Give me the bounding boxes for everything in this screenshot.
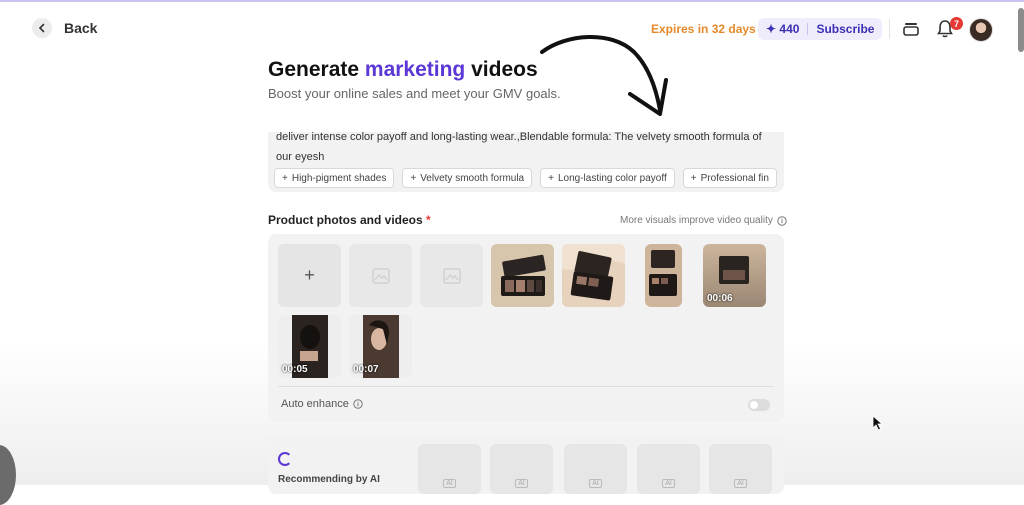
ai-placeholder-tile[interactable]: AI xyxy=(637,444,700,494)
chip-high-pigment[interactable]: + High-pigment shades xyxy=(274,168,395,188)
ai-icon: AI xyxy=(515,479,528,488)
chip-long-lasting[interactable]: + Long-lasting color payoff xyxy=(540,168,675,188)
image-icon xyxy=(442,267,461,284)
image-placeholder[interactable] xyxy=(349,244,412,307)
notification-badge: 7 xyxy=(950,17,963,30)
chip-label: Long-lasting color payoff xyxy=(557,172,667,184)
credits-count: ✦ 440 xyxy=(766,22,799,36)
subscribe-button[interactable]: Subscribe xyxy=(816,22,874,36)
chip-professional[interactable]: + Professional fin xyxy=(682,168,777,188)
notifications-button[interactable]: 7 xyxy=(936,17,963,41)
pill-divider xyxy=(807,23,809,35)
auto-enhance-toggle[interactable] xyxy=(748,399,770,411)
ai-placeholder-tile[interactable]: AI xyxy=(418,444,481,494)
back-button[interactable]: Back xyxy=(32,18,97,38)
back-label: Back xyxy=(64,20,98,36)
header-divider xyxy=(889,19,890,39)
video-duration: 00:06 xyxy=(707,293,733,304)
credits-value: 440 xyxy=(779,22,800,36)
page-title: Generate marketing videos xyxy=(268,58,538,82)
ai-placeholder-tile[interactable]: AI xyxy=(709,444,772,494)
product-photo-1[interactable] xyxy=(491,244,554,307)
eyeshadow-palette-image xyxy=(491,244,554,307)
media-panel: + 00:06 00:05 00:07 Auto enhance xyxy=(268,234,784,422)
recommended-panel: Recommending by AI AI AI AI AI AI xyxy=(268,434,784,494)
webcam-overlay xyxy=(0,445,16,505)
chip-label: Velvety smooth formula xyxy=(420,172,525,184)
chip-label: Professional fin xyxy=(700,172,769,184)
image-placeholder[interactable] xyxy=(420,244,483,307)
layers-icon[interactable] xyxy=(902,20,920,43)
top-border xyxy=(0,0,1024,2)
product-description-text[interactable]: deliver intense color payoff and long-la… xyxy=(276,132,776,167)
ai-placeholder-tile[interactable]: AI xyxy=(490,444,553,494)
product-photo-2[interactable] xyxy=(562,244,625,307)
scrollbar[interactable] xyxy=(1018,8,1024,52)
chip-velvety-smooth[interactable]: + Velvety smooth formula xyxy=(402,168,533,188)
media-label-text: Product photos and videos xyxy=(268,213,423,227)
recommended-label: Recommending by AI xyxy=(278,474,380,485)
plus-icon: + xyxy=(548,172,554,184)
required-mark: * xyxy=(426,213,431,227)
sparkle-icon: ✦ xyxy=(766,22,777,36)
product-description-panel[interactable]: deliver intense color payoff and long-la… xyxy=(268,132,784,192)
media-section-label: Product photos and videos * xyxy=(268,213,431,227)
ai-icon: AI xyxy=(662,479,675,488)
keyword-chips: + High-pigment shades + Velvety smooth for… xyxy=(274,168,777,188)
video-duration: 00:05 xyxy=(282,364,308,375)
hand-drawn-arrow-icon xyxy=(540,34,668,116)
eyeshadow-palette-image xyxy=(645,244,682,307)
loading-spinner-icon xyxy=(278,452,292,466)
ai-icon: AI xyxy=(443,479,456,488)
plus-icon: + xyxy=(690,172,697,184)
add-media-button[interactable]: + xyxy=(278,244,341,307)
product-video-2[interactable]: 00:05 xyxy=(278,315,341,378)
credits-pill[interactable]: ✦ 440 Subscribe xyxy=(758,18,883,40)
auto-enhance-label: Auto enhance xyxy=(281,398,363,410)
product-photo-3[interactable] xyxy=(645,244,682,307)
plus-icon: + xyxy=(410,172,417,184)
media-hint-text: More visuals improve video quality xyxy=(620,215,773,226)
ai-icon: AI xyxy=(589,479,602,488)
product-video-1[interactable]: 00:06 xyxy=(703,244,766,307)
eyeshadow-palette-image xyxy=(562,244,625,307)
panel-divider xyxy=(278,386,774,387)
video-duration: 00:07 xyxy=(353,364,379,375)
chip-label: High-pigment shades xyxy=(291,172,387,184)
title-part-2: videos xyxy=(465,58,538,81)
ai-placeholder-tile[interactable]: AI xyxy=(564,444,627,494)
mouse-cursor-icon xyxy=(872,415,884,431)
title-part-1: Generate xyxy=(268,58,365,81)
page-subtitle: Boost your online sales and meet your GM… xyxy=(268,86,561,101)
avatar[interactable] xyxy=(969,18,993,42)
info-icon[interactable] xyxy=(777,215,787,226)
product-video-3[interactable]: 00:07 xyxy=(349,315,412,378)
ai-icon: AI xyxy=(734,479,747,488)
auto-enhance-text: Auto enhance xyxy=(281,398,349,410)
media-hint: More visuals improve video quality xyxy=(620,215,787,226)
title-accent: marketing xyxy=(364,58,466,81)
chevron-left-icon xyxy=(32,18,52,38)
plus-icon: + xyxy=(282,172,288,184)
info-icon[interactable] xyxy=(353,399,363,409)
image-icon xyxy=(371,267,390,284)
